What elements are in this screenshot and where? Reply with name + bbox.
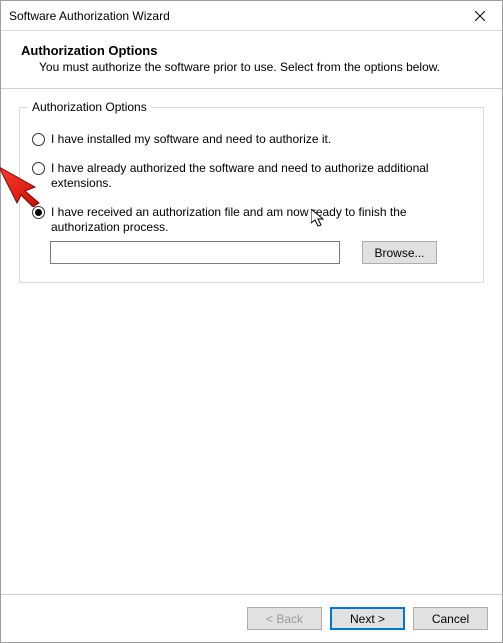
- page-title: Authorization Options: [21, 43, 482, 58]
- groupbox-legend: Authorization Options: [28, 100, 151, 114]
- radio-icon: [32, 133, 45, 146]
- radio-icon: [32, 206, 45, 219]
- authorization-file-input[interactable]: [50, 241, 340, 264]
- authorization-options-group: Authorization Options I have installed m…: [19, 107, 484, 283]
- radio-label: I have already authorized the software a…: [51, 161, 471, 191]
- radio-option-extensions[interactable]: I have already authorized the software a…: [32, 161, 471, 191]
- back-button: < Back: [247, 607, 322, 630]
- wizard-footer: < Back Next > Cancel: [1, 594, 502, 642]
- radio-option-install[interactable]: I have installed my software and need to…: [32, 132, 471, 147]
- next-button[interactable]: Next >: [330, 607, 405, 630]
- radio-label: I have received an authorization file an…: [51, 205, 471, 235]
- cancel-button[interactable]: Cancel: [413, 607, 488, 630]
- wizard-header: Authorization Options You must authorize…: [1, 31, 502, 89]
- window-title: Software Authorization Wizard: [9, 9, 457, 23]
- close-button[interactable]: [457, 1, 502, 30]
- wizard-window: Software Authorization Wizard Authorizat…: [0, 0, 503, 643]
- radio-label: I have installed my software and need to…: [51, 132, 471, 147]
- radio-option-authfile[interactable]: I have received an authorization file an…: [32, 205, 471, 235]
- browse-button[interactable]: Browse...: [362, 241, 437, 264]
- close-icon: [475, 11, 485, 21]
- titlebar: Software Authorization Wizard: [1, 1, 502, 31]
- file-row: Browse...: [50, 241, 471, 264]
- page-subtitle: You must authorize the software prior to…: [21, 60, 482, 74]
- wizard-body: Authorization Options I have installed m…: [1, 89, 502, 594]
- radio-icon: [32, 162, 45, 175]
